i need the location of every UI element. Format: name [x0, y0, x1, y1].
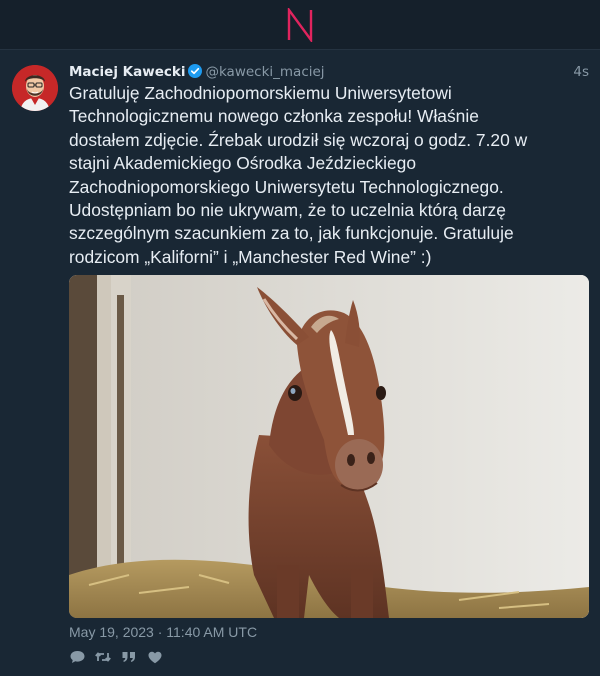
quote-button[interactable] — [121, 649, 137, 665]
heart-icon — [148, 651, 162, 663]
top-bar — [0, 0, 600, 50]
tweet-text-line: dostałem zdjęcie. Źrebak urodził się wcz… — [69, 129, 528, 150]
foal-photo — [69, 275, 589, 618]
tweet-actions — [69, 648, 173, 666]
reply-button[interactable] — [69, 649, 85, 665]
tweet-text-line: rodzicom „Kaliforni” i „Manchester Red W… — [69, 246, 432, 267]
quote-icon — [122, 652, 135, 662]
tweet-card[interactable]: Maciej Kawecki @kawecki_maciej 4s Gratul… — [0, 50, 600, 676]
author-name[interactable]: Maciej Kawecki — [69, 64, 185, 80]
tweet-text-line: Udostępniam bo nie ukrywam, że to uczeln… — [69, 200, 506, 221]
n-logo-icon[interactable] — [286, 8, 314, 42]
verified-badge-icon — [188, 64, 203, 78]
tweet-text: Gratuluję Zachodniopomorskiemu Uniwersyt… — [69, 82, 575, 269]
tweet-text-line: Gratuluję Zachodniopomorskiemu Uniwersyt… — [69, 83, 452, 103]
avatar-illustration-icon — [12, 65, 58, 111]
time-ago[interactable]: 4s — [573, 62, 589, 82]
tweet-photo[interactable] — [69, 275, 589, 618]
reply-icon — [70, 651, 84, 663]
like-button[interactable] — [147, 649, 163, 665]
tweet-text-line: stajni Akademickiego Ośrodka Jeździeckie… — [69, 153, 417, 174]
avatar[interactable] — [12, 65, 58, 111]
tweet-text-line: szczególnym szacunkiem za to, jak funkcj… — [69, 223, 514, 244]
tweet-header: Maciej Kawecki @kawecki_maciej 4s — [69, 62, 589, 82]
author-handle[interactable]: @kawecki_maciej — [205, 64, 324, 80]
tweet-timestamp[interactable]: May 19, 2023 · 11:40 AM UTC — [69, 623, 257, 641]
retweet-button[interactable] — [95, 649, 111, 665]
tweet-text-line: Technologicznemu nowego członka zespołu!… — [69, 106, 479, 127]
tweet-text-line: Zachodniopomorskiego Uniwersytetu Techno… — [69, 176, 504, 197]
retweet-icon — [95, 652, 111, 662]
